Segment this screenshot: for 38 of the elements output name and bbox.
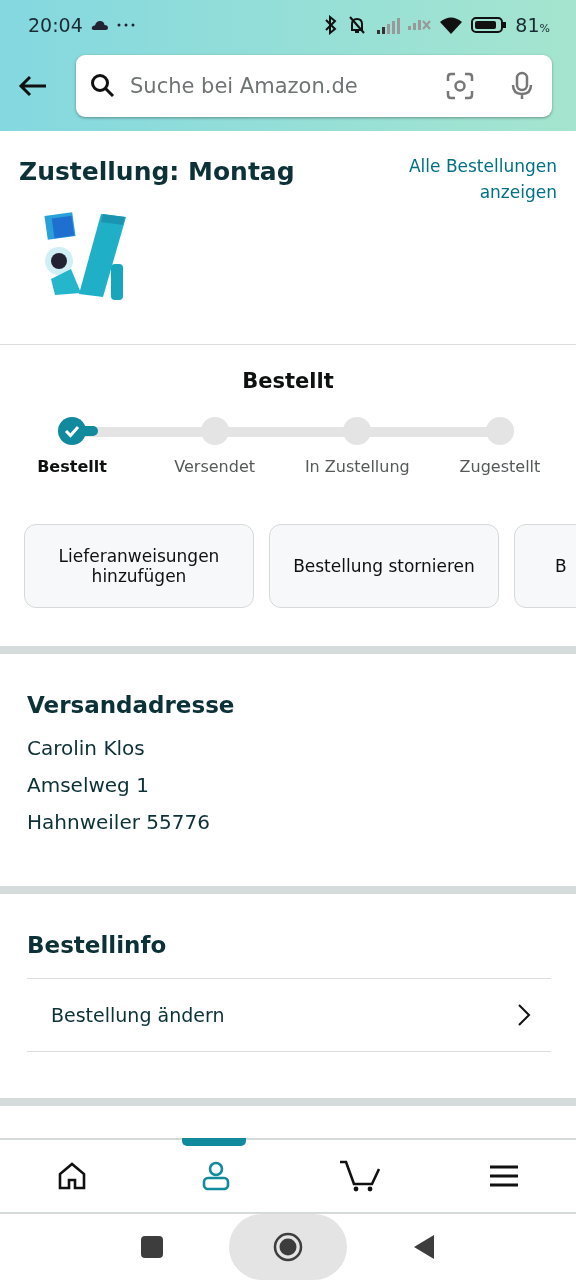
cart-icon[interactable]: [339, 1160, 381, 1193]
section-title: Bestellinfo: [27, 932, 168, 959]
more-icon: [116, 23, 135, 27]
home-icon[interactable]: [57, 1162, 87, 1191]
bluetooth-icon: [324, 15, 339, 35]
search-icon: [90, 73, 116, 99]
menu-icon[interactable]: [490, 1165, 518, 1188]
status-time: 20:04: [28, 14, 83, 36]
ring-dot-icon: [273, 1232, 303, 1263]
microphone-icon[interactable]: [510, 71, 534, 101]
back-arrow-icon[interactable]: [18, 75, 48, 97]
back-button[interactable]: [413, 1234, 435, 1261]
address-line: Hahnweiler 55776: [27, 810, 211, 836]
delivery-title: Zustellung: Montag: [19, 156, 295, 186]
battery-icon: [471, 16, 508, 34]
address-line: Amselweg 1: [27, 773, 150, 799]
no-signal-icon: [408, 19, 432, 31]
battery-level: 81%: [515, 14, 550, 36]
person-icon[interactable]: [201, 1161, 231, 1192]
step-label: Zugestellt: [459, 456, 541, 476]
signal-icon: [376, 16, 401, 34]
step-label: Versendet: [174, 456, 255, 476]
action-button[interactable]: Bestellung stornieren: [269, 523, 499, 608]
step-label: In Zustellung: [304, 456, 410, 476]
camera-scan-icon[interactable]: [446, 72, 474, 100]
all-orders-link[interactable]: Alle Bestellungen anzeigen: [387, 152, 557, 205]
step-label: Bestellt: [37, 456, 107, 476]
recents-button[interactable]: [141, 1236, 163, 1259]
cloud-icon: [90, 19, 109, 31]
address-line: Carolin Klos: [27, 736, 146, 762]
chevron-right-icon: [517, 1003, 531, 1028]
section-title: Versandadresse: [27, 692, 236, 719]
action-button[interactable]: Lieferanweisungen hinzufügen: [24, 523, 254, 608]
search-bar[interactable]: Suche bei Amazon.de: [76, 55, 552, 117]
action-button[interactable]: B: [514, 523, 576, 608]
order-status-title: Bestellt: [241, 368, 335, 393]
list-item[interactable]: Bestellung ändern: [51, 1004, 225, 1027]
wifi-icon: [439, 16, 464, 34]
